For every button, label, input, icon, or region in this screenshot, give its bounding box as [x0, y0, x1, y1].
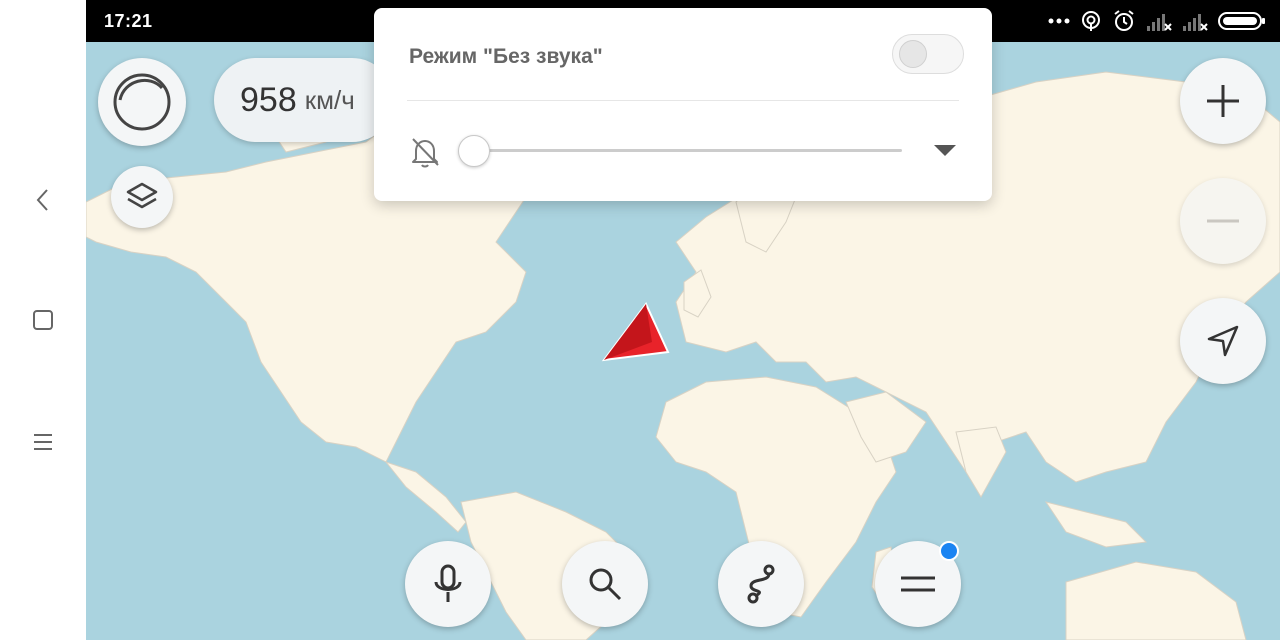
hotspot-icon: [1082, 11, 1100, 31]
silent-mode-toggle[interactable]: [892, 34, 964, 74]
land-central-america: [384, 460, 467, 533]
speed-value: 958: [240, 80, 297, 119]
alarm-icon: [1114, 10, 1134, 31]
land-se-asia-islands: [1044, 501, 1148, 548]
zoom-in-button[interactable]: [1180, 58, 1266, 144]
speedometer: 958 км/ч: [214, 58, 394, 142]
volume-popup: Режим "Без звука": [374, 8, 992, 201]
dropdown-arrow-icon: [934, 145, 956, 156]
more-dots-icon: [1048, 18, 1070, 24]
voice-search-button[interactable]: [405, 541, 491, 627]
speed-unit: км/ч: [304, 84, 355, 115]
route-icon: [747, 564, 775, 604]
notification-dot: [939, 541, 959, 561]
status-icons: [1048, 8, 1266, 34]
expand-volume-button[interactable]: [930, 141, 960, 161]
compass-icon: [113, 73, 171, 131]
volume-slider-track[interactable]: [472, 149, 902, 152]
battery-icon: [1218, 12, 1265, 30]
search-button[interactable]: [562, 541, 648, 627]
zoom-in-icon: [1207, 85, 1239, 117]
compass-button[interactable]: [98, 58, 186, 146]
layers-button[interactable]: [111, 166, 173, 228]
search-icon: [589, 568, 622, 601]
bell-muted-icon: [412, 138, 439, 168]
menu-icon: [901, 576, 935, 592]
popup-divider: [407, 100, 959, 101]
zoom-out-icon: [1207, 219, 1239, 223]
menu-icon[interactable]: [21, 420, 65, 464]
clock: 17:21: [104, 11, 153, 31]
signal-no-service-icon: [1183, 14, 1208, 31]
zoom-out-button[interactable]: [1180, 178, 1266, 264]
layers-icon: [126, 182, 158, 209]
location-arrow-icon: [1207, 325, 1239, 357]
microphone-icon: [434, 564, 462, 602]
silent-mode-label: Режим "Без звука": [409, 45, 603, 68]
land-india: [955, 426, 1007, 498]
system-nav-bar: [0, 0, 86, 640]
route-button[interactable]: [718, 541, 804, 627]
volume-slider-thumb[interactable]: [458, 135, 490, 167]
signal-no-service-icon: [1147, 14, 1172, 31]
position-marker: [601, 302, 670, 362]
home-icon[interactable]: [21, 298, 65, 342]
back-icon[interactable]: [21, 178, 65, 222]
land-australia: [1065, 561, 1247, 640]
my-location-button[interactable]: [1180, 298, 1266, 384]
toggle-knob: [899, 40, 927, 68]
